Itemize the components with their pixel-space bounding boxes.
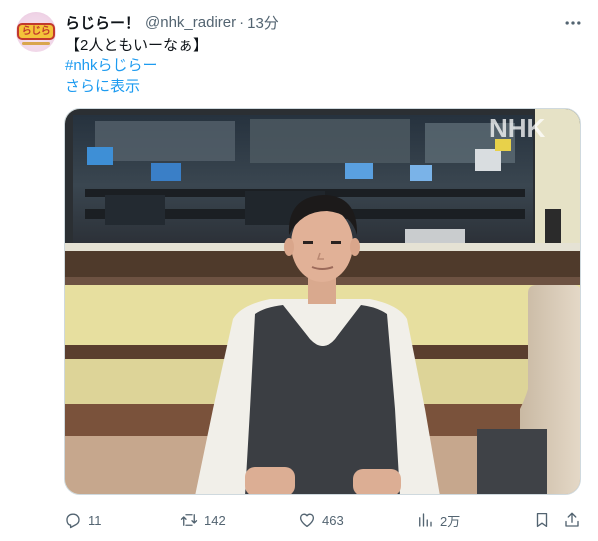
share-icon <box>565 512 579 527</box>
bookmark-icon <box>536 512 548 528</box>
reply-count: 11 <box>88 512 102 528</box>
more-options-button[interactable] <box>562 12 584 34</box>
views-button[interactable]: 2万 <box>416 508 460 532</box>
repost-button[interactable]: 142 <box>180 508 226 532</box>
post-image[interactable]: NHK <box>64 108 581 495</box>
avatar-logo: らじらー <box>17 23 55 50</box>
action-bar: 11 142 463 2万 <box>0 508 598 532</box>
separator-dot: · <box>239 13 245 31</box>
user-handle[interactable]: @nhk_radirer <box>145 14 236 31</box>
reply-icon <box>66 513 80 529</box>
studio-photo: NHK <box>65 109 580 494</box>
view-count: 2万 <box>440 513 461 529</box>
avatar-logo-underline <box>22 42 50 45</box>
hashtag-link[interactable]: #nhkらじらー <box>65 56 158 76</box>
nhk-watermark: NHK <box>489 113 546 143</box>
post-time[interactable]: 13分 <box>247 12 279 33</box>
share-button[interactable] <box>563 508 581 532</box>
like-button[interactable]: 463 <box>298 508 344 532</box>
reply-button[interactable]: 11 <box>64 508 102 532</box>
show-more-link[interactable]: さらに表示 <box>65 77 140 97</box>
analytics-icon <box>419 513 432 527</box>
like-count: 463 <box>322 512 344 528</box>
repost-count: 142 <box>204 512 226 528</box>
tweet-header: らじらー！ @nhk_radirer · 13分 <box>65 12 279 32</box>
heart-icon <box>299 513 315 528</box>
tweet-text: 【2人ともいーなぁ】 <box>65 37 209 54</box>
repost-icon <box>180 514 198 526</box>
display-name[interactable]: らじらー！ <box>65 12 140 33</box>
tweet: らじらー らじらー！ @nhk_radirer · 13分 【2人ともいーなぁ】… <box>0 0 598 541</box>
bookmark-button[interactable] <box>533 508 551 532</box>
more-icon <box>565 21 581 25</box>
avatar[interactable]: らじらー <box>16 12 56 52</box>
